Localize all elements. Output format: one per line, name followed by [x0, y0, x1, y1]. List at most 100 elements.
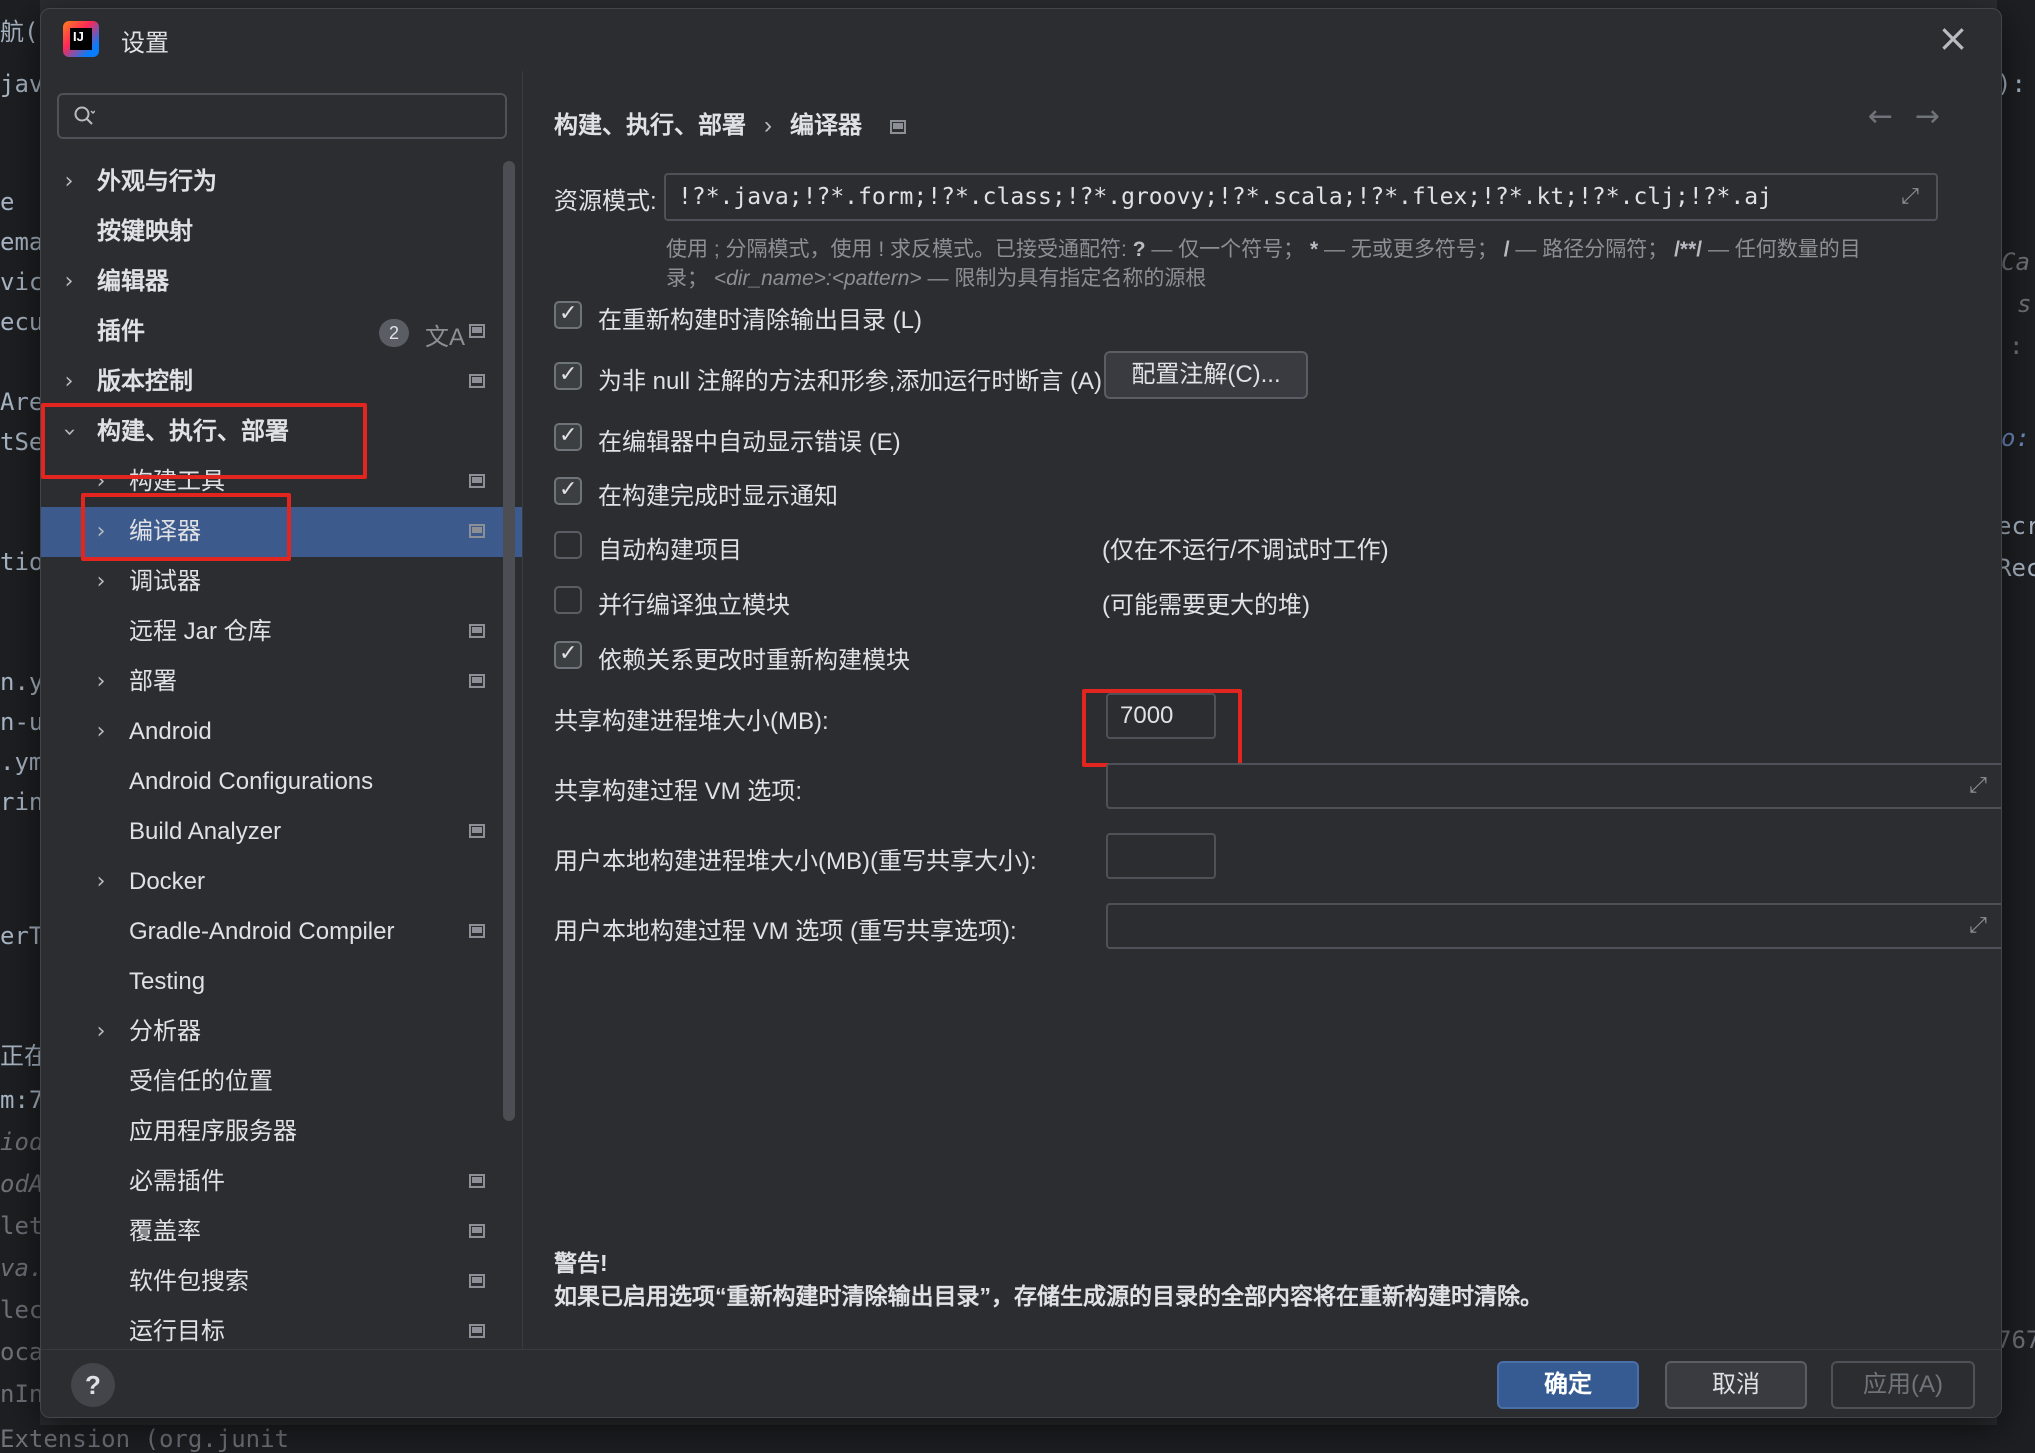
checkbox-label: 依赖关系更改时重新构建模块 — [598, 647, 910, 674]
settings-sidebar: › 外观与行为 按键映射 › 编辑器 插件 2 文A › 版本控制 › 构建、执… — [41, 71, 523, 1349]
sidebar-item-keymap[interactable]: 按键映射 — [41, 207, 522, 257]
sidebar-item-label: 受信任的位置 — [129, 1068, 273, 1095]
ide-right-panel: ): Ca s : o: ecr Rec 767 — [1997, 0, 2035, 1453]
expand-icon[interactable]: ⤢ — [1966, 914, 1990, 938]
chevron-right-icon[interactable]: › — [57, 167, 81, 197]
sidebar-item-profiler[interactable]: › 分析器 — [41, 1007, 522, 1057]
sidebar-item-appearance[interactable]: › 外观与行为 — [41, 157, 522, 207]
bg-text: nInt — [0, 1380, 40, 1408]
search-input[interactable] — [109, 101, 489, 131]
hint-text: ? — [1132, 238, 1146, 261]
sidebar-item-compiler[interactable]: › 编译器 — [41, 507, 522, 557]
sidebar-item-required-plugins[interactable]: 必需插件 — [41, 1157, 522, 1207]
sidebar-item-build-analyzer[interactable]: Build Analyzer — [41, 807, 522, 857]
sidebar-item-gradle-android-compiler[interactable]: Gradle-Android Compiler — [41, 907, 522, 957]
configure-annotations-button[interactable]: 配置注解(C)... — [1104, 351, 1308, 399]
checkbox-checked[interactable] — [554, 641, 582, 669]
shared-vm-field[interactable]: ⤢ — [1106, 763, 2001, 809]
chevron-right-icon[interactable]: › — [89, 717, 113, 747]
checkbox-checked[interactable] — [554, 301, 582, 329]
chevron-right-icon[interactable]: › — [89, 567, 113, 597]
checkbox-checked[interactable] — [554, 362, 582, 390]
chevron-right-icon[interactable]: › — [89, 517, 113, 547]
sidebar-item-testing[interactable]: Testing — [41, 957, 522, 1007]
sidebar-item-docker[interactable]: › Docker — [41, 857, 522, 907]
hint-text: — 无或更多符号； — [1318, 238, 1504, 261]
expand-icon[interactable]: ⤢ — [1898, 185, 1922, 209]
sidebar-item-coverage[interactable]: 覆盖率 — [41, 1207, 522, 1257]
sidebar-item-deployment[interactable]: › 部署 — [41, 657, 522, 707]
bg-text: tSe — [0, 428, 40, 456]
checkbox-checked[interactable] — [554, 423, 582, 451]
search-icon — [74, 106, 95, 125]
chevron-right-icon[interactable]: › — [57, 267, 81, 297]
sidebar-item-remote-jar[interactable]: 远程 Jar 仓库 — [41, 607, 522, 657]
apply-button[interactable]: 应用(A) — [1831, 1361, 1975, 1409]
sidebar-item-label: 编译器 — [129, 518, 201, 545]
ide-status-bar: Extension (org.junit — [0, 1425, 2035, 1453]
back-arrow-icon[interactable]: ← — [1868, 99, 1915, 134]
history-nav: ←→ — [1868, 99, 1962, 134]
sidebar-item-build-execution-deployment[interactable]: › 构建、执行、部署 — [41, 407, 522, 457]
sidebar-item-trusted-locations[interactable]: 受信任的位置 — [41, 1057, 522, 1107]
chevron-right-icon[interactable]: › — [89, 1017, 113, 1047]
checkbox-checked[interactable] — [554, 477, 582, 505]
sidebar-item-build-tools[interactable]: › 构建工具 — [41, 457, 522, 507]
sidebar-item-label: 插件 — [97, 318, 145, 345]
sidebar-item-package-search[interactable]: 软件包搜索 — [41, 1257, 522, 1307]
sidebar-item-debugger[interactable]: › 调试器 — [41, 557, 522, 607]
checkbox-label: 并行编译独立模块 — [598, 592, 790, 619]
intellij-logo-icon: IJ — [63, 21, 99, 57]
bg-text: 767 — [1997, 1326, 2035, 1354]
sidebar-item-application-servers[interactable]: 应用程序服务器 — [41, 1107, 522, 1157]
bg-text: 航( — [0, 18, 39, 46]
warning-body: 如果已启用选项“重新构建时清除输出目录”，存储生成源的目录的全部内容将在重新构建… — [554, 1283, 1543, 1309]
sidebar-item-label: Android — [129, 718, 212, 745]
shared-vm-input[interactable] — [1108, 765, 2001, 807]
sidebar-item-label: 编辑器 — [97, 268, 169, 295]
sidebar-scrollbar[interactable] — [503, 161, 515, 1121]
bg-text: Rec — [1997, 554, 2035, 582]
chevron-right-icon[interactable]: › — [89, 467, 113, 497]
resource-patterns-field[interactable]: ⤢ — [664, 173, 1938, 221]
hint-text: 录； — [666, 267, 714, 290]
breadcrumb-parent[interactable]: 构建、执行、部署 — [554, 112, 746, 139]
help-button[interactable]: ? — [71, 1363, 115, 1407]
shared-heap-input[interactable] — [1108, 695, 1214, 737]
bg-text: e — [0, 188, 15, 216]
sidebar-item-android-configurations[interactable]: Android Configurations — [41, 757, 522, 807]
sidebar-item-version-control[interactable]: › 版本控制 — [41, 357, 522, 407]
chevron-right-icon[interactable]: › — [89, 867, 113, 897]
shared-heap-field[interactable] — [1106, 693, 1216, 739]
sidebar-item-editor[interactable]: › 编辑器 — [41, 257, 522, 307]
cancel-button[interactable]: 取消 — [1665, 1361, 1807, 1409]
expand-icon[interactable]: ⤢ — [1966, 774, 1990, 798]
checkbox-unchecked[interactable] — [554, 531, 582, 559]
user-heap-input[interactable] — [1108, 835, 1214, 877]
forward-arrow-icon[interactable]: → — [1915, 99, 1962, 134]
checkbox-unchecked[interactable] — [554, 586, 582, 614]
bg-text: m:7 — [0, 1086, 40, 1114]
search-field[interactable] — [57, 93, 507, 139]
user-vm-field[interactable]: ⤢ — [1106, 903, 2001, 949]
chevron-right-icon[interactable]: › — [57, 367, 81, 397]
breadcrumb-separator: › — [764, 112, 772, 139]
translate-icon: 文A — [425, 324, 466, 351]
checkbox-label: 自动构建项目 — [598, 537, 742, 564]
chevron-right-icon[interactable]: › — [89, 667, 113, 697]
bg-text: iodA — [0, 1128, 40, 1156]
chevron-down-icon[interactable]: › — [54, 420, 84, 444]
sidebar-item-label: 覆盖率 — [129, 1218, 201, 1245]
user-vm-input[interactable] — [1108, 905, 2001, 947]
resource-patterns-input[interactable] — [666, 175, 1936, 219]
resource-patterns-hint: 使用 ; 分隔模式，使用 ! 求反模式。已接受通配符: ? — 仅一个符号； *… — [666, 235, 1956, 293]
project-scope-icon — [469, 474, 485, 488]
ok-button[interactable]: 确定 — [1497, 1361, 1639, 1409]
sidebar-item-plugins[interactable]: 插件 2 文A — [41, 307, 522, 357]
user-heap-field[interactable] — [1106, 833, 1216, 879]
bg-text: ring — [0, 788, 40, 816]
sidebar-item-android[interactable]: › Android — [41, 707, 522, 757]
close-icon[interactable]: × — [1935, 19, 1971, 57]
sidebar-item-run-targets[interactable]: 运行目标 — [41, 1307, 522, 1349]
project-scope-icon — [469, 924, 485, 938]
